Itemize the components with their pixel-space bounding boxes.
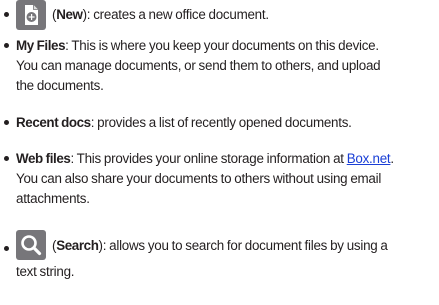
- item-description: : creates a new office document.: [86, 7, 269, 22]
- item-text: Recent docs: provides a list of recently…: [16, 113, 434, 133]
- item-line: the documents.: [16, 78, 104, 93]
- item-line: Recent docs: provides a list of recently…: [16, 113, 434, 133]
- item-line: Web files: This provides your online sto…: [16, 149, 434, 169]
- term-my-files: My Files: [16, 38, 66, 53]
- item-description: : This provides your online storage info…: [70, 151, 347, 166]
- item-line: My Files: This is where you keep your do…: [16, 36, 434, 56]
- new-document-icon: [16, 0, 46, 30]
- bullet: [4, 43, 9, 48]
- item-text: (New): creates a new office document.: [52, 5, 269, 25]
- term-search: Search: [56, 238, 99, 253]
- bullet: [4, 120, 9, 125]
- document-page: (New): creates a new office document. My…: [0, 0, 439, 305]
- item-description: : provides a list of recently opened doc…: [90, 115, 352, 130]
- list-item-web-files: Web files: This provides your online sto…: [0, 149, 439, 215]
- item-line: You can also share your documents to oth…: [16, 171, 382, 186]
- item-text: My Files: This is where you keep your do…: [16, 36, 434, 96]
- list-item-search: (Search): allows you to search for docum…: [0, 230, 439, 296]
- item-line: attachments.: [16, 191, 90, 206]
- item-text: Web files: This provides your online sto…: [16, 149, 434, 209]
- item-text: (Search): allows you to search for docum…: [52, 236, 388, 256]
- term-web-files: Web files: [16, 151, 71, 166]
- bullet: [4, 156, 9, 161]
- period: .: [390, 151, 394, 166]
- box-net-link[interactable]: Box.net: [347, 151, 391, 166]
- list-item-my-files: My Files: This is where you keep your do…: [0, 36, 439, 102]
- bullet: [4, 246, 9, 251]
- item-description: : allows you to search for document file…: [102, 238, 388, 253]
- search-icon: [16, 230, 46, 260]
- item-line: text string.: [16, 264, 75, 279]
- item-description: : This is where you keep your documents …: [65, 38, 379, 53]
- item-line: You can manage documents, or send them t…: [16, 58, 381, 73]
- term-recent-docs: Recent docs: [16, 115, 91, 130]
- bullet: [4, 12, 9, 17]
- list-item-recent-docs: Recent docs: provides a list of recently…: [0, 113, 439, 133]
- term-new: New: [56, 7, 83, 22]
- list-item-new: (New): creates a new office document.: [0, 0, 439, 30]
